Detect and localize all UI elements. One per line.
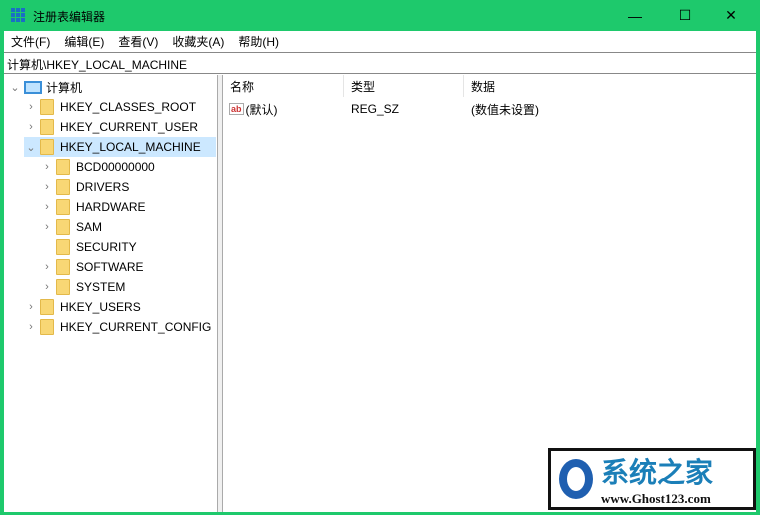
folder-icon <box>40 139 54 155</box>
value-data: (数值未设置) <box>471 102 539 117</box>
folder-icon <box>40 99 54 115</box>
menu-favorites[interactable]: 收藏夹(A) <box>165 33 231 50</box>
menu-view[interactable]: 查看(V) <box>111 33 165 50</box>
watermark-title: 系统之家 <box>601 456 714 489</box>
maximize-button[interactable]: ☐ <box>662 0 708 31</box>
tree-item[interactable]: › HKEY_CURRENT_USER <box>24 117 198 137</box>
column-header-data[interactable]: 数据 <box>464 75 614 97</box>
menu-edit[interactable]: 编辑(E) <box>57 33 111 50</box>
tree-item[interactable]: SECURITY <box>40 237 137 257</box>
chevron-right-icon[interactable]: › <box>40 221 54 233</box>
chevron-right-icon[interactable]: › <box>24 321 38 333</box>
tree-item-label: SAM <box>76 220 103 234</box>
tree-item-label: SECURITY <box>76 240 137 254</box>
folder-icon <box>56 259 70 275</box>
tree-item[interactable]: › SAM <box>40 217 102 237</box>
folder-icon <box>56 159 70 175</box>
chevron-down-icon[interactable]: ⌄ <box>24 141 38 154</box>
tree-item-label: HKEY_USERS <box>60 300 141 314</box>
menu-help[interactable]: 帮助(H) <box>231 33 286 50</box>
close-button[interactable]: ✕ <box>708 0 754 31</box>
regedit-icon <box>11 8 25 22</box>
column-header-type[interactable]: 类型 <box>344 75 464 97</box>
tree-item-label: DRIVERS <box>76 180 130 194</box>
folder-icon <box>56 199 70 215</box>
tree-pane[interactable]: ⌄ 计算机 › HKEY_CLASSES_ROOT › HKEY_CURRENT_US… <box>4 75 218 512</box>
tree-root-label: 计算机 <box>46 80 83 95</box>
folder-icon <box>56 239 70 255</box>
chevron-down-icon[interactable]: ⌄ <box>8 81 22 94</box>
chevron-right-icon[interactable]: › <box>40 201 54 213</box>
tree-item[interactable]: › SOFTWARE <box>40 257 144 277</box>
chevron-right-icon[interactable]: › <box>24 301 38 313</box>
column-header-name[interactable]: 名称 <box>223 75 344 97</box>
watermark-logo: 系统之家 www.Ghost123.com <box>548 448 756 510</box>
tree-item[interactable]: › SYSTEM <box>40 277 125 297</box>
tree-root[interactable]: ⌄ 计算机 <box>8 77 82 97</box>
chevron-right-icon[interactable]: › <box>40 181 54 193</box>
logo-icon <box>559 459 593 499</box>
computer-icon <box>24 80 42 94</box>
chevron-right-icon[interactable]: › <box>40 281 54 293</box>
window-body: 文件(F) 编辑(E) 查看(V) 收藏夹(A) 帮助(H) 计算机\HKEY_… <box>4 31 756 512</box>
tree-item-label: HKEY_CLASSES_ROOT <box>60 100 197 114</box>
folder-icon <box>40 299 54 315</box>
tree-item[interactable]: › HKEY_USERS <box>24 297 141 317</box>
chevron-right-icon[interactable]: › <box>24 101 38 113</box>
value-name: (默认) <box>245 102 278 117</box>
tree-item[interactable]: › DRIVERS <box>40 177 129 197</box>
folder-icon <box>40 119 54 135</box>
folder-icon <box>56 179 70 195</box>
folder-icon <box>56 279 70 295</box>
menu-bar: 文件(F) 编辑(E) 查看(V) 收藏夹(A) 帮助(H) <box>4 31 756 52</box>
menu-file[interactable]: 文件(F) <box>4 33 57 50</box>
tree-item-label: HKEY_CURRENT_CONFIG <box>60 320 212 334</box>
tree-item-label: HKEY_LOCAL_MACHINE <box>60 140 201 154</box>
title-bar: 注册表编辑器 — ☐ ✕ <box>0 0 760 31</box>
chevron-right-icon[interactable]: › <box>40 161 54 173</box>
folder-icon <box>56 219 70 235</box>
folder-icon <box>40 319 54 335</box>
tree-item-label: HARDWARE <box>76 200 146 214</box>
tree-item-label: SYSTEM <box>76 280 126 294</box>
tree-item-label: BCD00000000 <box>76 160 155 174</box>
tree-item-label: HKEY_CURRENT_USER <box>60 120 199 134</box>
watermark-url: www.Ghost123.com <box>601 491 711 506</box>
values-pane[interactable]: 名称 类型 数据 ab (默认) REG_SZ (数值未设置) <box>223 75 756 512</box>
chevron-right-icon[interactable]: › <box>40 261 54 273</box>
chevron-right-icon[interactable]: › <box>24 121 38 133</box>
tree-item[interactable]: ⌄ HKEY_LOCAL_MACHINE <box>24 137 216 157</box>
value-type: REG_SZ <box>351 102 400 116</box>
minimize-button[interactable]: — <box>612 0 658 31</box>
tree-item[interactable]: › BCD00000000 <box>40 157 155 177</box>
tree-item[interactable]: › HKEY_CLASSES_ROOT <box>24 97 196 117</box>
tree-item[interactable]: › HARDWARE <box>40 197 146 217</box>
tree-item[interactable]: › HKEY_CURRENT_CONFIG <box>24 317 211 337</box>
window-title: 注册表编辑器 <box>33 10 106 24</box>
string-value-icon: ab <box>229 103 244 115</box>
value-row-name[interactable]: ab (默认) <box>229 99 278 119</box>
tree-item-label: SOFTWARE <box>76 260 144 274</box>
address-bar[interactable]: 计算机\HKEY_LOCAL_MACHINE <box>4 52 756 74</box>
